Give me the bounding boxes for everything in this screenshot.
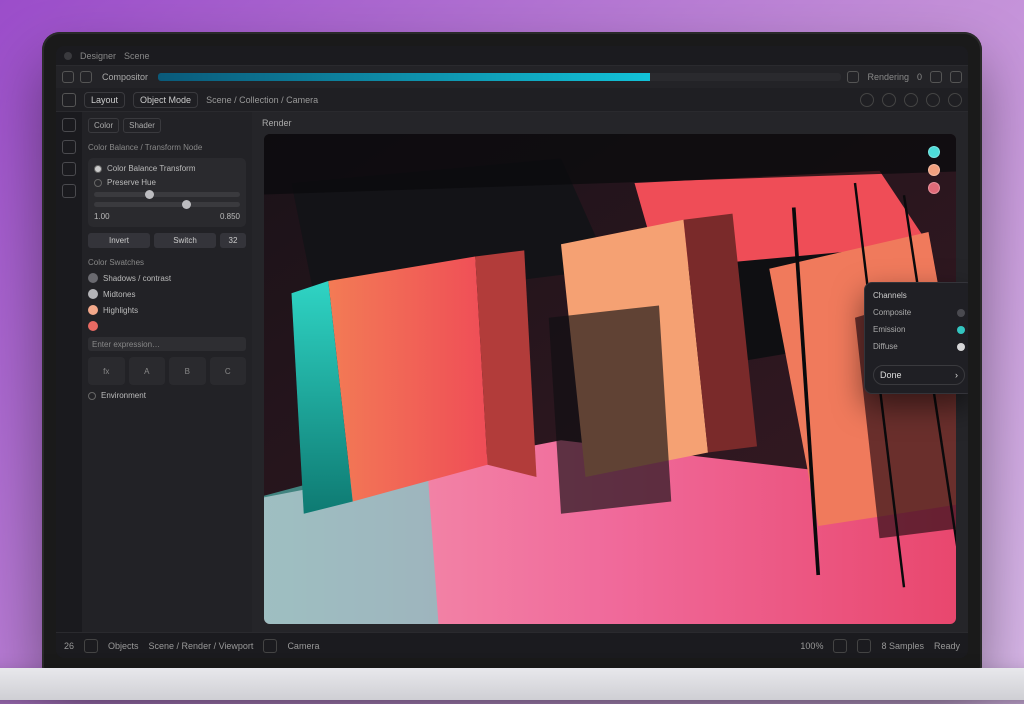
status-bar: 26 Objects Scene / Render / Viewport Cam… xyxy=(56,632,968,658)
cursor-icon[interactable] xyxy=(62,93,76,107)
switch-button[interactable]: Switch xyxy=(154,233,216,248)
overlay-icon[interactable] xyxy=(904,93,918,107)
sidebar: Color Shader Color Balance / Transform N… xyxy=(82,112,252,632)
swatch-label-2: Highlights xyxy=(103,306,138,315)
mode-chip-layout[interactable]: Layout xyxy=(84,92,125,108)
channel-dot-peach[interactable] xyxy=(928,164,940,176)
env-label: Environment xyxy=(101,391,146,400)
doc-title: Scene xyxy=(124,51,150,61)
back-icon[interactable] xyxy=(62,71,74,83)
value-stepper[interactable]: 32 xyxy=(220,233,246,248)
toolbar: Layout Object Mode Scene / Collection / … xyxy=(56,88,968,112)
render-progress xyxy=(158,73,841,81)
status-mid: Camera xyxy=(287,641,319,651)
app-menu-icon[interactable] xyxy=(64,52,72,60)
render-status-count: 0 xyxy=(917,72,922,82)
swatch-neutral[interactable] xyxy=(88,289,98,299)
sidebar-tab-color[interactable]: Color xyxy=(88,118,119,133)
preset-fx[interactable]: fx xyxy=(88,357,125,385)
main-area: Color Shader Color Balance / Transform N… xyxy=(56,112,968,632)
swatch-label-1: Midtones xyxy=(103,290,135,299)
preset-b[interactable]: B xyxy=(169,357,206,385)
notifications-icon[interactable] xyxy=(847,71,859,83)
value-b: 0.850 xyxy=(220,212,240,221)
settings-icon[interactable] xyxy=(948,93,962,107)
slider-gain[interactable] xyxy=(94,202,240,207)
color-balance-panel: Color Balance Transform Preserve Hue 1.0… xyxy=(88,158,246,227)
shading-icon[interactable] xyxy=(926,93,940,107)
status-zoom[interactable]: 100% xyxy=(800,641,823,651)
outliner-icon[interactable] xyxy=(84,639,98,653)
done-button-label: Done xyxy=(880,370,902,380)
channels-panel[interactable]: Channels Composite Emission Diffuse Done… xyxy=(864,282,968,394)
expression-placeholder: Enter expression… xyxy=(92,340,160,349)
preset-a[interactable]: A xyxy=(129,357,166,385)
render-preview xyxy=(264,134,956,624)
camera-icon[interactable] xyxy=(263,639,277,653)
sidebar-tab-shader[interactable]: Shader xyxy=(123,118,161,133)
channel-row-1[interactable]: Emission xyxy=(873,325,965,334)
channel-dot-0 xyxy=(957,309,965,317)
env-toggle[interactable] xyxy=(88,392,96,400)
status-left-num: 26 xyxy=(64,641,74,651)
channel-dot-cyan[interactable] xyxy=(928,146,940,158)
pivot-icon[interactable] xyxy=(882,93,896,107)
option2-radio[interactable] xyxy=(94,179,102,187)
channel-label-0: Composite xyxy=(873,308,911,317)
preset-c[interactable]: C xyxy=(210,357,247,385)
status-samples: 8 Samples xyxy=(881,641,924,651)
swatch-peach[interactable] xyxy=(88,305,98,315)
swatch-section-title: Color Swatches xyxy=(88,258,246,267)
close-icon[interactable] xyxy=(950,71,962,83)
channel-dot-1 xyxy=(957,326,965,334)
tool-rail xyxy=(56,112,82,632)
rotate-tool-icon[interactable] xyxy=(62,162,76,176)
done-button[interactable]: Done › xyxy=(873,365,965,385)
move-tool-icon[interactable] xyxy=(62,140,76,154)
forward-icon[interactable] xyxy=(80,71,92,83)
viewport[interactable] xyxy=(264,134,956,624)
status-left-label: Objects xyxy=(108,641,139,651)
channel-row-0[interactable]: Composite xyxy=(873,308,965,317)
chevron-right-icon: › xyxy=(955,370,958,380)
channel-dot-rose[interactable] xyxy=(928,182,940,194)
workspace-tab[interactable]: Compositor xyxy=(98,72,152,82)
sidebar-section-title: Color Balance / Transform Node xyxy=(88,143,246,152)
snap-icon[interactable] xyxy=(860,93,874,107)
option1-label: Color Balance Transform xyxy=(107,164,195,173)
laptop-frame: Designer Scene Compositor Rendering 0 La… xyxy=(42,32,982,672)
option2-label: Preserve Hue xyxy=(107,178,156,187)
option1-radio[interactable] xyxy=(94,165,102,173)
breadcrumb: Scene / Collection / Camera xyxy=(206,95,318,105)
channel-row-2[interactable]: Diffuse xyxy=(873,342,965,351)
grid-icon[interactable] xyxy=(833,639,847,653)
channel-label-2: Diffuse xyxy=(873,342,898,351)
topbar: Compositor Rendering 0 xyxy=(56,66,968,88)
swatch-midgray[interactable] xyxy=(88,273,98,283)
slider-lift[interactable] xyxy=(94,192,240,197)
status-ready: Ready xyxy=(934,641,960,651)
channels-title: Channels xyxy=(873,291,965,300)
channel-label-1: Emission xyxy=(873,325,905,334)
invert-button[interactable]: Invert xyxy=(88,233,150,248)
minimize-icon[interactable] xyxy=(930,71,942,83)
render-progress-fill xyxy=(158,73,650,81)
expression-input[interactable]: Enter expression… xyxy=(88,337,246,351)
titlebar: Designer Scene xyxy=(56,46,968,66)
mode-chip-object[interactable]: Object Mode xyxy=(133,92,198,108)
play-icon[interactable] xyxy=(857,639,871,653)
swatch-coral[interactable] xyxy=(88,321,98,331)
app-title: Designer xyxy=(80,51,116,61)
value-a: 1.00 xyxy=(94,212,110,221)
app-window: Designer Scene Compositor Rendering 0 La… xyxy=(56,46,968,658)
swatch-label-0: Shadows / contrast xyxy=(103,274,171,283)
viewport-title: Render xyxy=(262,118,292,128)
select-tool-icon[interactable] xyxy=(62,118,76,132)
channel-dot-2 xyxy=(957,343,965,351)
render-status-label: Rendering xyxy=(867,72,909,82)
scale-tool-icon[interactable] xyxy=(62,184,76,198)
viewport-area: Render xyxy=(252,112,968,632)
status-path: Scene / Render / Viewport xyxy=(149,641,254,651)
